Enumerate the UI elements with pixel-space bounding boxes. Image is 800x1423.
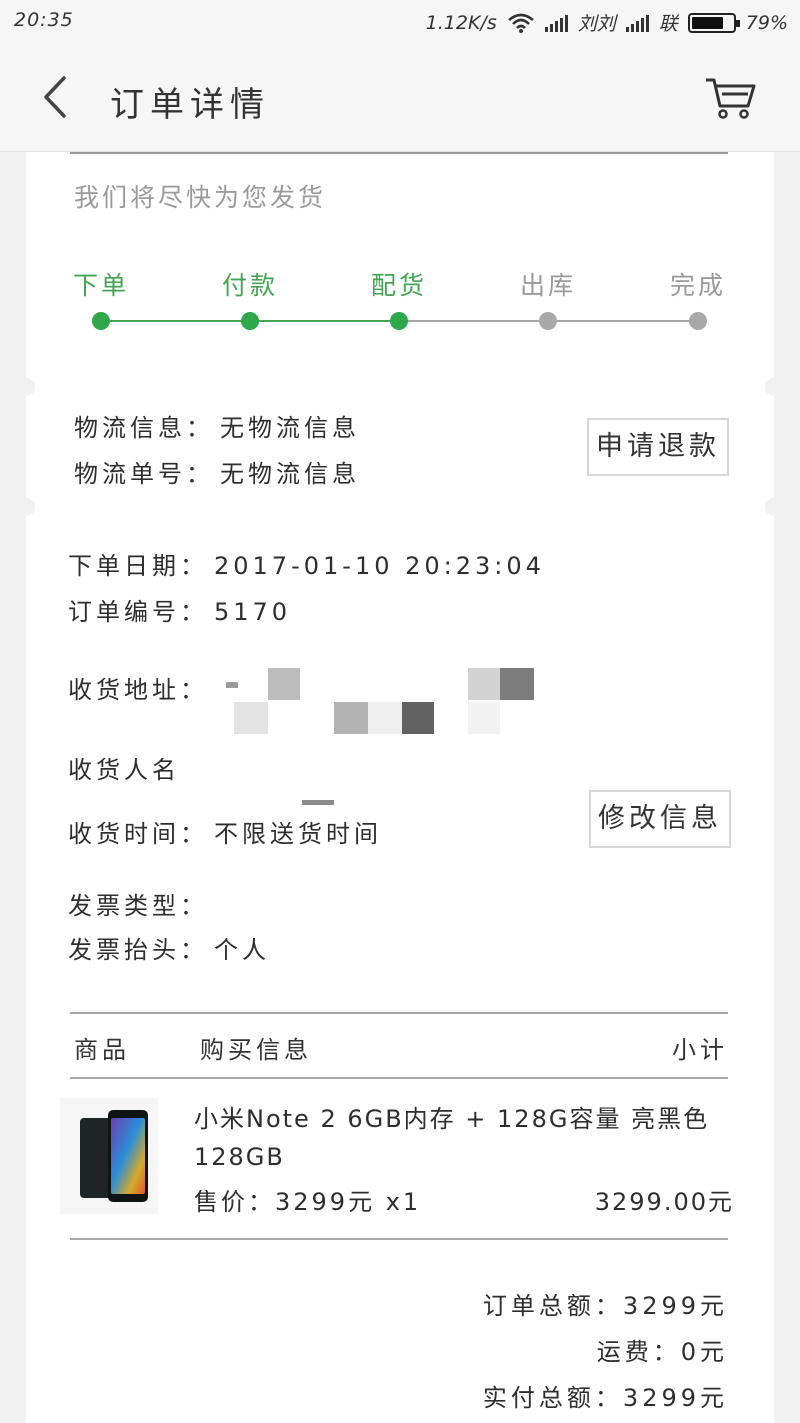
battery-level [691,16,724,29]
step-paid: 付款 [195,266,305,330]
order-progress: 下单 付款 配货 出库 完成 [72,266,732,336]
step-dot [241,312,259,330]
order-number: 订单编号： 5170 [68,598,292,626]
back-arrow-icon[interactable] [36,72,76,122]
product-price: 售价：3299元 x1 [194,1188,422,1216]
step-complete: 完成 [643,266,753,330]
card-notch [17,498,35,516]
page-title: 订单详情 [110,85,270,125]
product-name: 小米Note 2 6GB内存 + 128G容量 亮黑色 128GB [194,1105,710,1171]
battery-percent: 79% [745,11,788,34]
cart-icon[interactable] [702,74,758,122]
order-date: 下单日期： 2017-01-10 20:23:04 [68,552,545,580]
col-header-info: 购买信息 [200,1036,312,1064]
step-packing: 配货 [344,266,454,330]
table-head-divider [70,1077,728,1079]
step-ordered: 下单 [46,266,156,330]
product-phone-image [60,1098,158,1214]
paid-total: 实付总额：3299元 [482,1384,728,1412]
logistics-number: 物流单号： 无物流信息 [74,460,360,488]
signal-icon-2 [625,14,649,32]
shipping-address: 收货地址： [68,676,208,704]
wifi-icon [507,13,534,33]
step-dot [390,312,408,330]
status-right: 1.12K/s 刘刘 联 79% [426,9,788,36]
table-top-divider [70,1012,728,1014]
top-divider [70,152,728,154]
order-total: 订单总额：3299元 [482,1292,728,1320]
carrier-2: 联 [658,13,678,35]
edit-info-button[interactable]: 修改信息 [589,790,731,848]
card-notch [17,378,35,396]
signal-icon [544,14,568,32]
step-dot [92,312,110,330]
status-time: 20:35 [14,9,74,31]
product-subtotal: 3299.00元 [594,1188,734,1216]
step-dot [539,312,557,330]
col-header-subtotal: 小计 [672,1036,728,1064]
col-header-product: 商品 [74,1036,130,1064]
card-notch [765,378,783,396]
receiver-name: 收货人名 [68,756,180,784]
shipping-fee: 运费：0元 [596,1338,728,1366]
order-detail-card: 我们将尽快为您发货 下单 付款 配货 出库 完成 物流信息： 无物流信息 物流单号… [17,152,783,1423]
step-dot [689,312,707,330]
table-bottom-divider [70,1238,728,1240]
step-shipped: 出库 [493,266,603,330]
refund-button[interactable]: 申请退款 [587,418,729,476]
delivery-time: 收货时间： 不限送货时间 [68,820,382,848]
card-notch [765,498,783,516]
carrier-1: 刘刘 [577,13,616,35]
invoice-type: 发票类型： [68,892,208,920]
battery-icon [687,12,740,33]
status-bar: 20:35 1.12K/s 刘刘 联 79% [0,0,800,44]
invoice-title: 发票抬头： 个人 [68,936,270,964]
shipping-hint: 我们将尽快为您发货 [74,183,327,212]
net-speed: 1.12K/s [425,11,497,34]
logistics-info: 物流信息： 无物流信息 [74,414,360,442]
app-header: 订单详情 [0,44,800,152]
